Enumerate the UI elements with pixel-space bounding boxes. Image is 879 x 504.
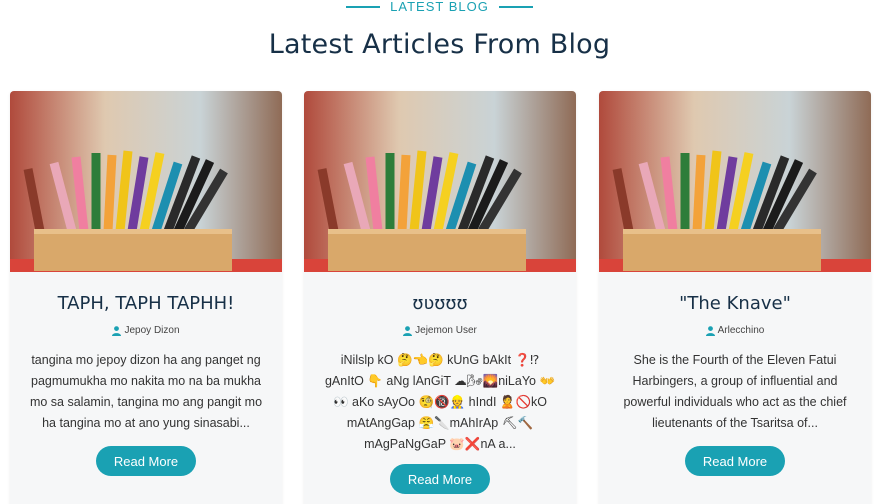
blog-card-title[interactable]: "The Knave" [599,292,871,316]
blog-card-title[interactable]: TAPH, TAPH TAPHH! [10,292,282,316]
blog-card-author: Arlecchino [599,325,871,336]
eyebrow-line-right [498,6,533,8]
user-icon [112,325,122,336]
blog-card-image[interactable] [599,91,871,272]
read-more-button[interactable]: Read More [685,446,785,476]
blog-card-image[interactable] [10,91,282,272]
pencils-image [599,91,871,272]
blog-card-image[interactable] [304,91,576,272]
author-name: Jejemon User [415,325,477,336]
read-more-button[interactable]: Read More [96,446,196,476]
author-name: Arlecchino [717,325,765,336]
eyebrow-text: LATEST BLOG [390,0,489,14]
blog-card-title[interactable]: ʊʋʊʊʊ [304,292,576,316]
blog-card-author: Jepoy Dizon [10,325,282,336]
eyebrow-line-left [346,6,381,8]
pencils-image [10,91,282,272]
read-more-button[interactable]: Read More [390,464,490,494]
user-icon [403,325,413,336]
blog-card-excerpt: She is the Fourth of the Eleven Fatui Ha… [623,353,847,430]
blog-card-excerpt: tangina mo jepoy dizon ha ang panget ng … [29,353,263,430]
blog-card-excerpt: iNilslp kO 🤔👈🤔 kUnG bAkIt ❓⁉ gAnItO 👇 aN… [324,353,556,451]
section-heading: Latest Articles From Blog [268,29,611,60]
blog-card: TAPH, TAPH TAPHH! Jepoy Dizon tangina mo… [10,91,282,504]
section-eyebrow: LATEST BLOG [0,0,879,14]
user-icon [705,325,715,336]
blog-card: ʊʋʊʊʊ Jejemon User iNilslp kO 🤔👈🤔 kUnG b… [304,91,576,504]
author-name: Jepoy Dizon [124,325,180,336]
blog-card: "The Knave" Arlecchino She is the Fourth… [599,91,871,504]
blog-card-author: Jejemon User [304,325,576,336]
pencils-image [304,91,576,272]
